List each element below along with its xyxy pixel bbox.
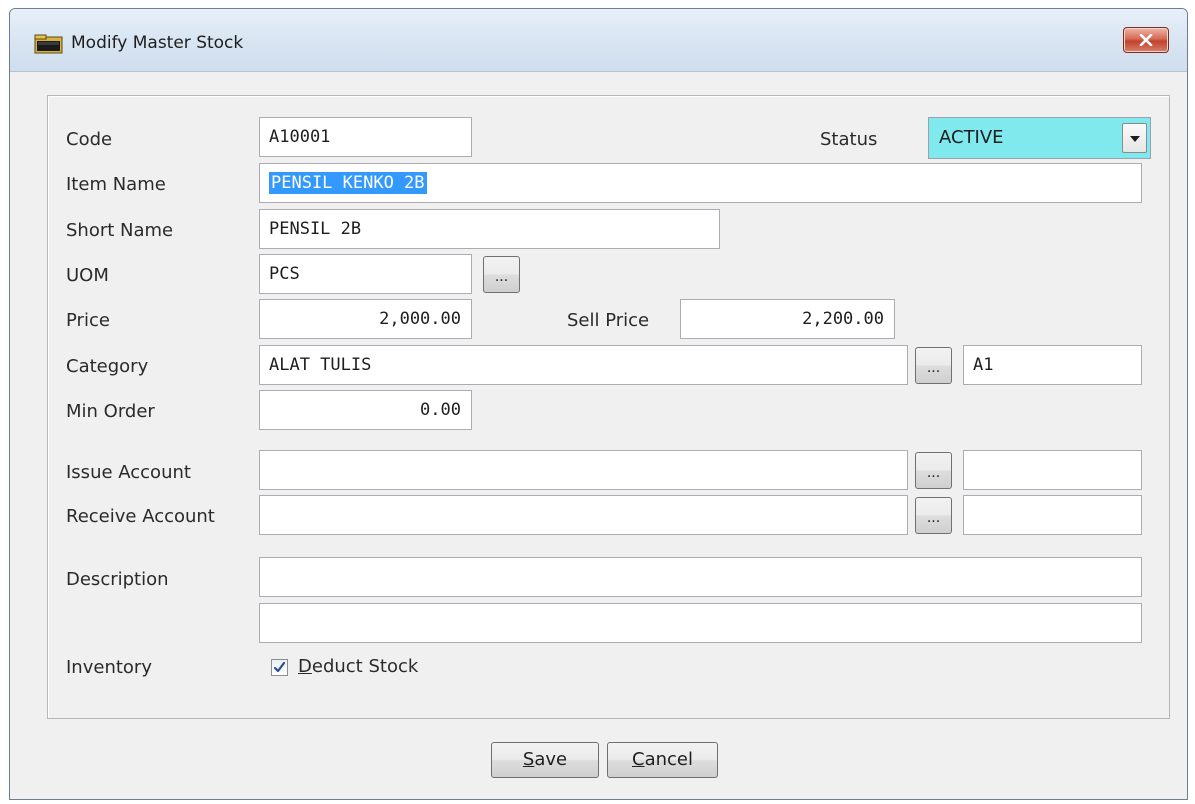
chevron-down-icon (1130, 136, 1140, 142)
issue-account-code-field[interactable] (963, 450, 1142, 490)
checkmark-icon (273, 661, 286, 673)
status-label: Status (820, 129, 878, 150)
item-name-value: PENSIL KENKO 2B (269, 172, 427, 194)
code-label: Code (66, 129, 113, 150)
deduct-stock-checkbox[interactable] (271, 659, 288, 676)
save-rest: ave (534, 749, 568, 770)
deduct-stock-rest: educt Stock (311, 656, 419, 677)
price-label: Price (66, 310, 110, 331)
category-label: Category (66, 356, 149, 377)
receive-account-field[interactable] (259, 495, 908, 535)
description-line2-field[interactable] (259, 603, 1142, 643)
window-title: Modify Master Stock (71, 33, 244, 53)
close-button[interactable] (1123, 27, 1169, 53)
issue-account-field[interactable] (259, 450, 908, 490)
description-line1-field[interactable] (259, 557, 1142, 597)
title-bar[interactable]: Modify Master Stock (10, 9, 1187, 72)
uom-label: UOM (66, 265, 109, 286)
modify-master-stock-dialog: Modify Master Stock Code A10001 Status A… (9, 8, 1188, 800)
save-button[interactable]: Save (491, 742, 599, 778)
receive-account-code-field[interactable] (963, 495, 1142, 535)
min-order-label: Min Order (66, 401, 155, 422)
inventory-label: Inventory (66, 657, 152, 678)
uom-field[interactable]: PCS (259, 254, 472, 294)
description-label: Description (66, 569, 169, 590)
dialog-body: Code A10001 Status ACTIVE Item Name PENS… (10, 72, 1187, 799)
status-dropdown-arrow[interactable] (1122, 123, 1147, 153)
receive-account-browse-button[interactable]: ... (915, 497, 952, 534)
deduct-stock-label[interactable]: Deduct Stock (298, 656, 418, 677)
code-field[interactable]: A10001 (259, 117, 472, 157)
folder-icon (34, 34, 63, 54)
cancel-accel: C (632, 749, 645, 770)
issue-account-label: Issue Account (66, 462, 191, 483)
save-accel: S (522, 749, 535, 770)
short-name-field[interactable]: PENSIL 2B (259, 209, 720, 249)
sell-price-field[interactable]: 2,200.00 (680, 299, 895, 339)
deduct-stock-accel: D (298, 656, 312, 677)
issue-account-browse-button[interactable]: ... (915, 452, 952, 489)
receive-account-label: Receive Account (66, 506, 215, 527)
sell-price-label: Sell Price (567, 310, 650, 331)
status-value: ACTIVE (939, 127, 1004, 148)
category-browse-button[interactable]: ... (915, 347, 952, 384)
min-order-field[interactable]: 0.00 (259, 390, 472, 430)
cancel-rest: ancel (644, 749, 693, 770)
category-field[interactable]: ALAT TULIS (259, 345, 908, 385)
short-name-label: Short Name (66, 220, 174, 241)
item-name-label: Item Name (66, 174, 166, 195)
uom-browse-button[interactable]: ... (483, 256, 520, 293)
price-field[interactable]: 2,000.00 (259, 299, 472, 339)
close-icon (1139, 34, 1153, 46)
item-name-field[interactable]: PENSIL KENKO 2B (259, 163, 1142, 203)
status-dropdown[interactable]: ACTIVE (928, 117, 1151, 159)
cancel-button[interactable]: Cancel (607, 742, 718, 778)
category-code-field[interactable]: A1 (963, 345, 1142, 385)
